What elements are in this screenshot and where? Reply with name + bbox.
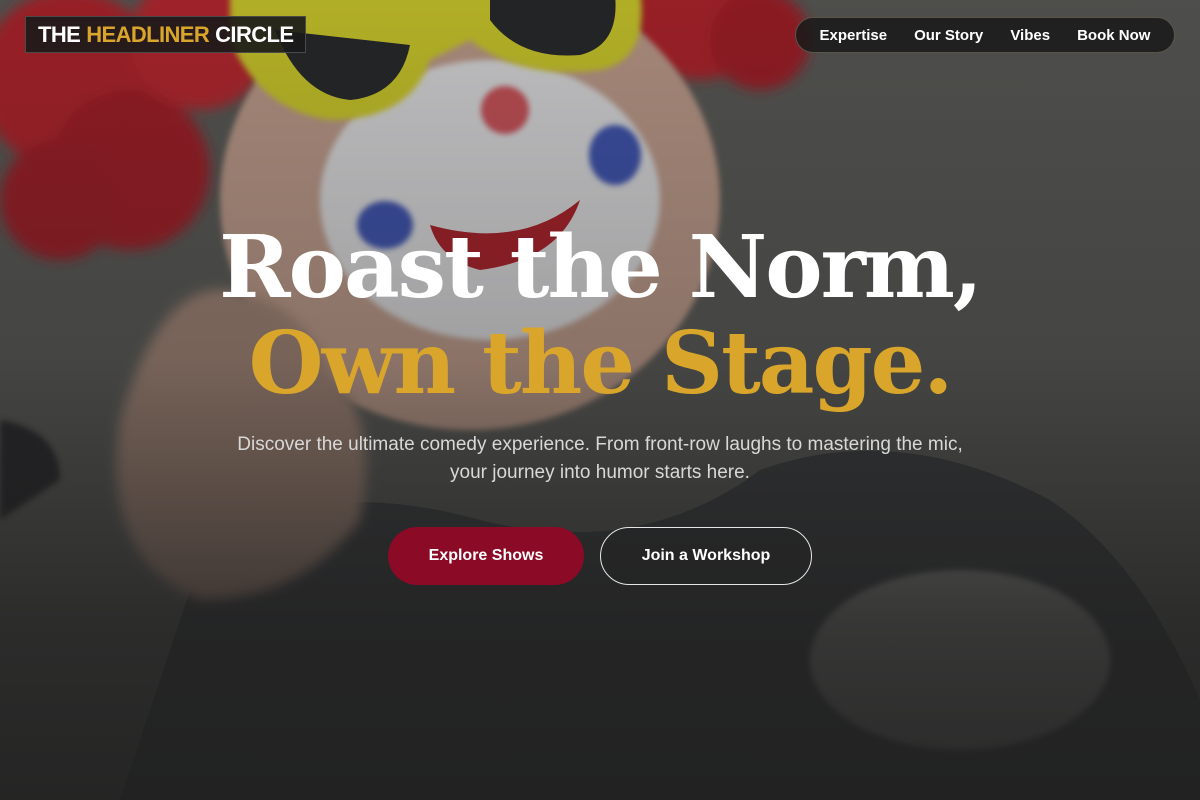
nav-link-vibes[interactable]: Vibes xyxy=(1010,27,1050,44)
logo-text-the: THE xyxy=(38,21,81,47)
site-logo[interactable]: THE HEADLINER CIRCLE xyxy=(25,16,307,53)
explore-shows-button[interactable]: Explore Shows xyxy=(388,527,584,585)
nav-link-our-story[interactable]: Our Story xyxy=(914,27,983,44)
nav-link-book-now[interactable]: Book Now xyxy=(1077,27,1150,44)
logo-text-circle: CIRCLE xyxy=(215,21,294,47)
nav-link-expertise[interactable]: Expertise xyxy=(820,27,888,44)
hero-subtitle: Discover the ultimate comedy experience.… xyxy=(190,431,1010,487)
hero-subtitle-line2: your journey into humor starts here. xyxy=(450,462,750,483)
hero-subtitle-line1: Discover the ultimate comedy experience.… xyxy=(237,434,963,455)
logo-text-headliner: HEADLINER xyxy=(86,21,210,47)
hero-headline-line1: Roast the Norm, xyxy=(219,217,983,318)
main-navigation: Expertise Our Story Vibes Book Now xyxy=(795,17,1175,53)
join-workshop-button[interactable]: Join a Workshop xyxy=(600,527,812,585)
hero-headline-line2: Own the Stage. xyxy=(248,313,954,414)
hero-headline: Roast the Norm, Own the Stage. xyxy=(0,220,1200,412)
